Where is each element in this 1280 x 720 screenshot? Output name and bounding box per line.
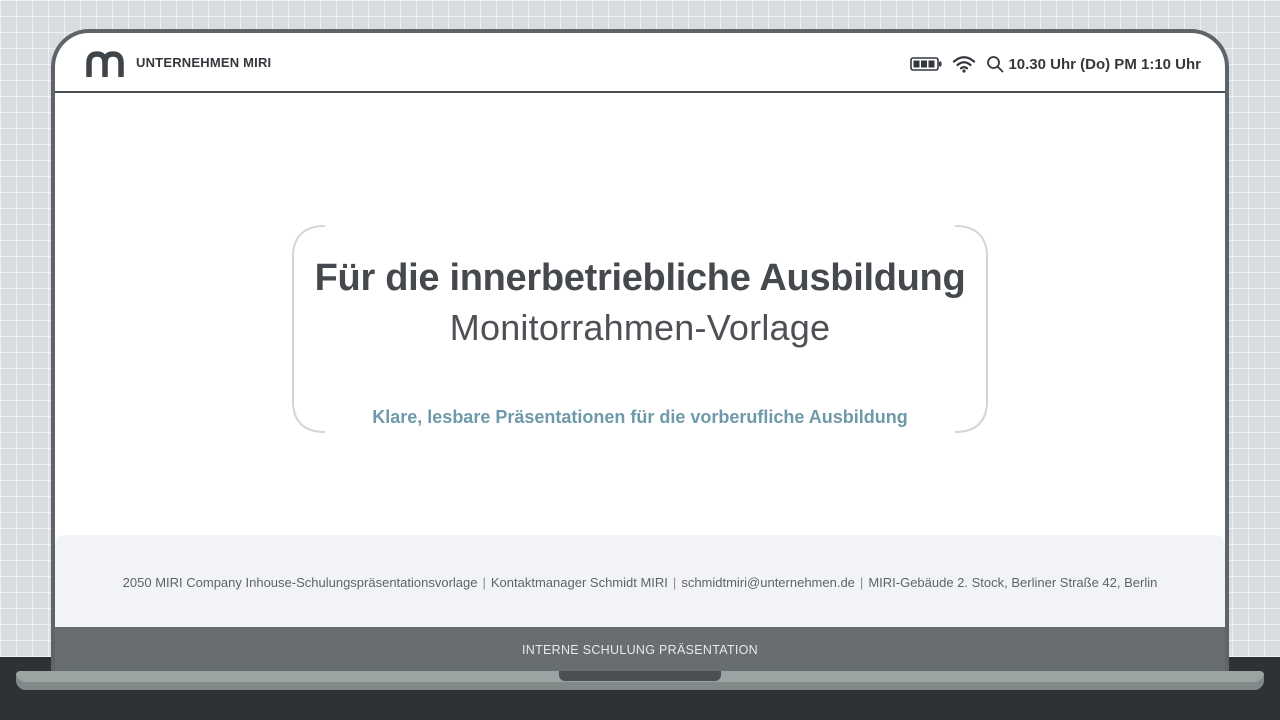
footer-email[interactable]: schmidtmiri@unternehmen.de xyxy=(681,575,855,590)
base-notch xyxy=(559,671,721,681)
search-icon[interactable] xyxy=(986,55,1004,73)
footer-separator: | xyxy=(859,575,864,590)
top-bar: UNTERNEHMEN MIRI 10.30 Uhr (Do) PM 1:10 … xyxy=(55,33,1225,93)
brand-name: UNTERNEHMEN MIRI xyxy=(136,55,272,70)
footer-separator: | xyxy=(482,575,486,590)
headline: Für die innerbetriebliche Ausbildung xyxy=(314,257,966,299)
footer-copyright: 2050 MIRI Company Inhouse-Schulungspräse… xyxy=(122,575,478,590)
bottom-bar: INTERNE SCHULUNG PRÄSENTATION xyxy=(55,627,1225,671)
footer-separator: | xyxy=(672,575,677,590)
footer-contact: Kontaktmanager Schmidt MIRI xyxy=(490,575,668,590)
footer-info: 2050 MIRI Company Inhouse-Schulungspräse… xyxy=(55,575,1225,590)
miri-logo-icon xyxy=(86,51,124,77)
clock-text: 10.30 Uhr (Do) PM 1:10 Uhr xyxy=(1008,55,1201,73)
status-area: 10.30 Uhr (Do) PM 1:10 Uhr xyxy=(910,51,1201,77)
wifi-icon[interactable] xyxy=(952,55,976,73)
bottom-bar-label: INTERNE SCHULUNG PRÄSENTATION xyxy=(521,643,759,657)
main-content: Für die innerbetriebliche Ausbildung Mon… xyxy=(55,93,1225,567)
laptop-base xyxy=(16,671,1264,690)
battery-icon xyxy=(910,57,942,71)
subheadline: Monitorrahmen-Vorlage xyxy=(449,307,831,348)
footer-address: MIRI-Gebäude 2. Stock, Berliner Straße 4… xyxy=(868,575,1158,590)
tagline: Klare, lesbare Präsentationen für die vo… xyxy=(372,407,908,427)
footer-band: 2050 MIRI Company Inhouse-Schulungspräse… xyxy=(55,535,1225,627)
monitor-screen: UNTERNEHMEN MIRI 10.30 Uhr (Do) PM 1:10 … xyxy=(55,33,1225,627)
